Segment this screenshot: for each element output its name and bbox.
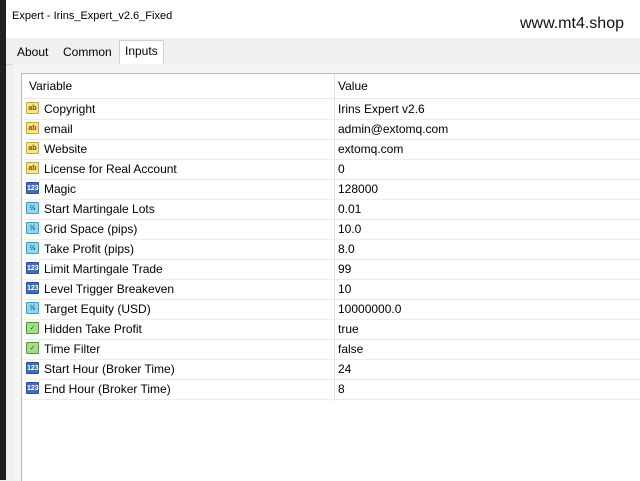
variable-value[interactable]: Irins Expert v2.6 <box>338 102 425 116</box>
table-row[interactable]: ½ Start Martingale Lots 0.01 <box>22 199 640 220</box>
table-row[interactable]: 123 End Hour (Broker Time) 8 <box>22 379 640 400</box>
integer-icon: 123 <box>26 262 39 274</box>
double-icon: ½ <box>26 222 39 234</box>
title-bar: Expert - Irins_Expert_v2.6_Fixed www.mt4… <box>6 0 640 38</box>
variable-name: Hidden Take Profit <box>44 322 142 336</box>
table-header: Variable Value <box>22 74 640 99</box>
table-row[interactable]: ½ Take Profit (pips) 8.0 <box>22 239 640 260</box>
variable-value[interactable]: 8 <box>338 382 345 396</box>
watermark-text: www.mt4.shop <box>519 15 624 32</box>
variable-name: Grid Space (pips) <box>44 222 138 236</box>
variable-name: Take Profit (pips) <box>44 242 135 256</box>
variable-name: Copyright <box>44 102 96 116</box>
variable-value[interactable]: 24 <box>338 362 351 376</box>
variable-value[interactable]: extomq.com <box>338 142 403 156</box>
variable-value[interactable]: 10.0 <box>338 222 361 236</box>
variable-value[interactable]: 0.01 <box>338 202 361 216</box>
table-row[interactable]: ab email admin@extomq.com <box>22 119 640 140</box>
string-icon: ab <box>26 142 39 154</box>
tab-bar: About Common Inputs <box>6 38 640 65</box>
double-icon: ½ <box>26 202 39 214</box>
table-row[interactable]: ½ Target Equity (USD) 10000000.0 <box>22 299 640 320</box>
variable-value[interactable]: 10 <box>338 282 351 296</box>
variable-name: email <box>44 122 73 136</box>
string-icon: ab <box>26 162 39 174</box>
variable-name: Limit Martingale Trade <box>44 262 163 276</box>
variable-name: Website <box>44 142 88 156</box>
double-icon: ½ <box>26 242 39 254</box>
variable-value[interactable]: true <box>338 322 359 336</box>
variable-value[interactable]: 10000000.0 <box>338 302 401 316</box>
integer-icon: 123 <box>26 382 39 394</box>
variable-value[interactable]: false <box>338 342 363 356</box>
tab-about[interactable]: About <box>17 43 48 61</box>
variable-name: License for Real Account <box>44 162 177 176</box>
column-header-value[interactable]: Value <box>338 79 368 93</box>
table-row[interactable]: ✓ Hidden Take Profit true <box>22 319 640 340</box>
string-icon: ab <box>26 122 39 134</box>
variable-name: Start Martingale Lots <box>44 202 155 216</box>
variable-value[interactable]: 128000 <box>338 182 378 196</box>
left-window-edge <box>0 0 6 480</box>
table-row[interactable]: ab Website extomq.com <box>22 139 640 160</box>
inputs-table: Variable Value ab Copyright Irins Expert v… <box>21 73 640 481</box>
table-row[interactable]: 123 Start Hour (Broker Time) 24 <box>22 359 640 380</box>
table-row[interactable]: ab License for Real Account 0 <box>22 159 640 180</box>
table-row[interactable]: 123 Magic 128000 <box>22 179 640 200</box>
boolean-icon: ✓ <box>26 342 39 354</box>
tab-inputs[interactable]: Inputs <box>119 40 164 64</box>
variable-value[interactable]: admin@extomq.com <box>338 122 448 136</box>
double-icon: ½ <box>26 302 39 314</box>
variable-name: Target Equity (USD) <box>44 302 151 316</box>
variable-value[interactable]: 99 <box>338 262 351 276</box>
variable-name: Time Filter <box>44 342 101 356</box>
boolean-icon: ✓ <box>26 322 39 334</box>
window-title: Expert - Irins_Expert_v2.6_Fixed <box>12 10 173 22</box>
integer-icon: 123 <box>26 362 39 374</box>
tab-common[interactable]: Common <box>63 43 112 61</box>
string-icon: ab <box>26 102 39 114</box>
variable-name: Start Hour (Broker Time) <box>44 362 175 376</box>
table-row[interactable]: ab Copyright Irins Expert v2.6 <box>22 99 640 120</box>
variable-name: Level Trigger Breakeven <box>44 282 175 296</box>
variable-value[interactable]: 8.0 <box>338 242 355 256</box>
variable-name: Magic <box>44 182 77 196</box>
variable-name: End Hour (Broker Time) <box>44 382 171 396</box>
table-row[interactable]: ½ Grid Space (pips) 10.0 <box>22 219 640 240</box>
table-row[interactable]: 123 Level Trigger Breakeven 10 <box>22 279 640 300</box>
table-row[interactable]: ✓ Time Filter false <box>22 339 640 360</box>
integer-icon: 123 <box>26 182 39 194</box>
column-header-variable[interactable]: Variable <box>29 79 72 93</box>
table-row[interactable]: 123 Limit Martingale Trade 99 <box>22 259 640 280</box>
variable-value[interactable]: 0 <box>338 162 345 176</box>
integer-icon: 123 <box>26 282 39 294</box>
